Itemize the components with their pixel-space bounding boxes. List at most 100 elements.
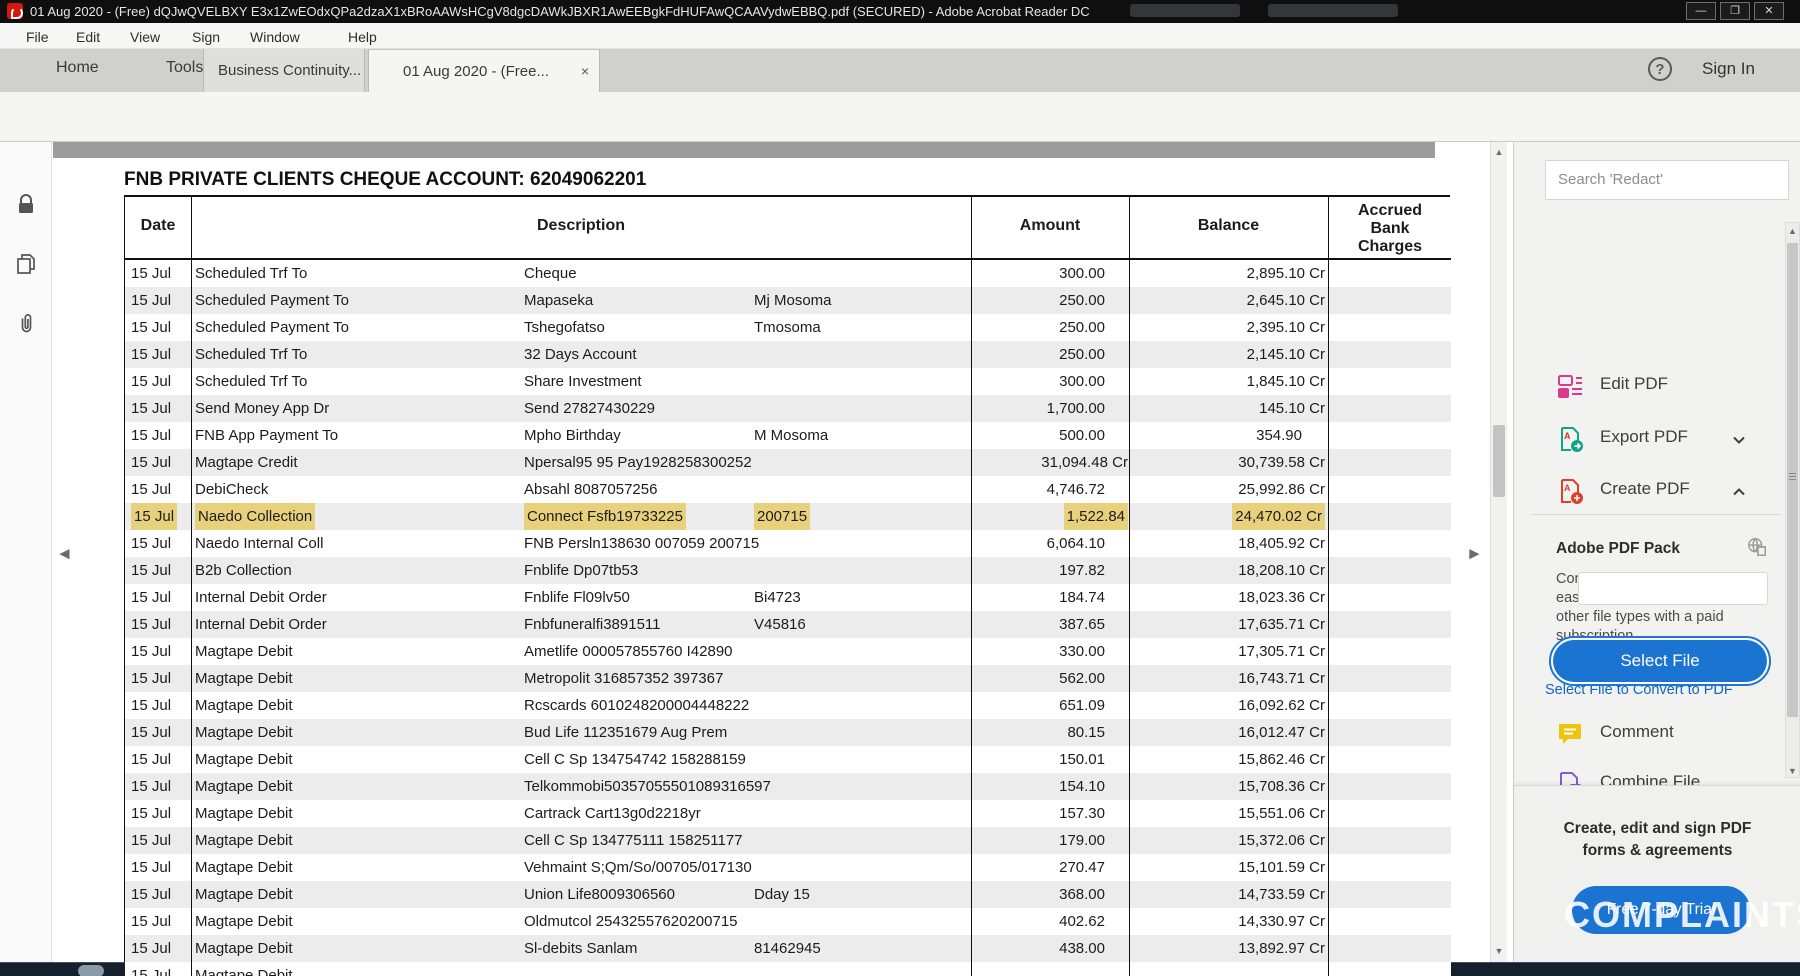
document-scrollbar[interactable]: ▲ ▼ <box>1490 142 1507 962</box>
cell-description-reference: 200715 <box>754 503 810 530</box>
cell-date: 15 Jul <box>131 368 171 395</box>
complaints-watermark: COMPLAINTS <box>1564 894 1800 936</box>
menu-window[interactable]: Window <box>244 27 306 47</box>
maximize-button[interactable]: ❐ <box>1720 2 1750 20</box>
sign-in-button[interactable]: Sign In <box>1702 59 1755 79</box>
taskbar-start-icon[interactable] <box>78 965 104 976</box>
menu-file[interactable]: File <box>20 27 55 47</box>
tool-label: Create PDF <box>1600 479 1690 499</box>
window-title: 01 Aug 2020 - (Free) dQJwQVELBXY E3x1ZwE… <box>30 4 1090 19</box>
cell-amount: 1,522.84 <box>1064 503 1128 530</box>
edit-pdf-icon <box>1556 372 1584 400</box>
tool-edit-pdf[interactable]: Edit PDF <box>1514 366 1800 406</box>
column-divider <box>1328 197 1329 976</box>
tool-label: Comment <box>1600 722 1674 742</box>
minimize-button[interactable]: — <box>1686 2 1716 20</box>
table-row: 15 JulMagtape DebitOldmutcol 25432557620… <box>125 908 1451 935</box>
cell-description: Magtape Debit <box>195 935 293 962</box>
cell-amount: 1,700.00 <box>1047 395 1128 422</box>
table-row: 15 JulScheduled Trf ToCheque300.002,895.… <box>125 260 1451 287</box>
tab-home[interactable]: Home <box>56 59 99 77</box>
table-row: 15 JulMagtape DebitCartrack Cart13g0d221… <box>125 800 1451 827</box>
cell-description: Magtape Debit <box>195 908 293 935</box>
cell-description-detail: Sl-debits Sanlam <box>524 935 637 962</box>
scrollbar-thumb[interactable] <box>1493 425 1505 497</box>
search-input[interactable]: Search 'Redact' <box>1545 160 1789 200</box>
tab-business-continuity[interactable]: Business Continuity... <box>203 49 365 92</box>
convert-file-input[interactable] <box>1578 572 1768 605</box>
menu-view[interactable]: View <box>124 27 166 47</box>
scroll-down-icon[interactable]: ▼ <box>1493 946 1505 956</box>
table-row: 15 JulScheduled Trf ToShare Investment30… <box>125 368 1451 395</box>
cell-description-detail: Send 27827430229 <box>524 395 655 422</box>
panel-scrollbar-thumb[interactable] <box>1787 243 1798 717</box>
cell-date: 15 Jul <box>131 962 171 976</box>
cell-description: Scheduled Trf To <box>195 260 307 287</box>
tab-tools[interactable]: Tools <box>166 59 203 77</box>
lock-icon[interactable] <box>14 192 38 216</box>
left-sidebar <box>0 142 52 962</box>
previous-page-arrow[interactable]: ◄ <box>56 544 73 564</box>
scroll-up-icon[interactable]: ▲ <box>1493 147 1505 157</box>
svg-text:A: A <box>1564 483 1571 493</box>
tool-comment[interactable]: Comment <box>1514 714 1800 754</box>
cell-description: Magtape Debit <box>195 881 293 908</box>
panel-scroll-up-icon[interactable]: ▲ <box>1786 226 1799 236</box>
menu-help[interactable]: Help <box>342 27 383 47</box>
table-row: 15 JulMagtape DebitTelkommobi50357055501… <box>125 773 1451 800</box>
cell-description-reference: Tmosoma <box>754 314 821 341</box>
cell-amount: 157.30 <box>1059 800 1128 827</box>
column-divider <box>1129 197 1130 976</box>
close-button[interactable]: ✕ <box>1754 2 1784 20</box>
cell-amount: 154.10 <box>1059 773 1128 800</box>
cell-description-detail: Union Life8009306560 <box>524 881 675 908</box>
cell-amount: 184.74 <box>1059 584 1128 611</box>
menu-sign[interactable]: Sign <box>186 27 226 47</box>
redaction-smudge <box>1268 4 1398 17</box>
help-icon[interactable]: ? <box>1648 57 1672 81</box>
cell-balance: 15,551.06 Cr <box>1238 800 1325 827</box>
cell-description-detail: Absahl 8087057256 <box>524 476 657 503</box>
menu-edit[interactable]: Edit <box>70 27 106 47</box>
chevron-down-icon[interactable] <box>1732 433 1746 447</box>
cell-description: Internal Debit Order <box>195 611 327 638</box>
header-accrued-bank-charges: Accrued Bank Charges <box>1340 202 1440 256</box>
panel-scroll-down-icon[interactable]: ▼ <box>1786 766 1799 776</box>
cell-description: Magtape Debit <box>195 692 293 719</box>
tool-export-pdf[interactable]: A Export PDF <box>1514 419 1800 459</box>
promo-text-line2: forms & agreements <box>1514 842 1800 860</box>
cell-description-detail: FNB Persln138630 007059 200715 <box>524 530 759 557</box>
panel-scrollbar[interactable]: ▲ ▼ <box>1785 222 1800 778</box>
chevron-up-icon[interactable] <box>1732 485 1746 499</box>
cell-date: 15 Jul <box>131 827 171 854</box>
cell-description-detail: Bud Life 112351679 Aug Prem <box>524 719 727 746</box>
export-pdf-icon: A <box>1556 425 1584 453</box>
cell-description-detail: Ametlife 000057855760 I42890 <box>524 638 733 665</box>
cell-date: 15 Jul <box>131 611 171 638</box>
cell-date: 15 Jul <box>131 746 171 773</box>
table-row: 15 JulMagtape CreditNpersal95 95 Pay1928… <box>125 449 1451 476</box>
cell-balance: 25,992.86 Cr <box>1238 476 1325 503</box>
tab-close-icon[interactable]: × <box>581 50 589 92</box>
cell-date: 15 Jul <box>131 854 171 881</box>
cell-amount: 402.62 <box>1059 908 1128 935</box>
cell-amount: 80.15 <box>1067 719 1128 746</box>
cell-description-detail: Cheque <box>524 260 577 287</box>
cell-balance: 16,092.62 Cr <box>1238 692 1325 719</box>
cell-balance: 16,012.47 Cr <box>1238 719 1325 746</box>
pages-icon[interactable] <box>14 252 38 276</box>
select-file-button[interactable]: Select File <box>1553 640 1767 682</box>
cell-amount: 387.65 <box>1059 611 1128 638</box>
table-row: 15 JulInternal Debit OrderFnbfuneralfi38… <box>125 611 1451 638</box>
pdf-pack-icon <box>1746 536 1768 558</box>
panel-divider <box>1530 514 1782 515</box>
tab-current-document[interactable]: 01 Aug 2020 - (Free... × <box>368 49 600 92</box>
tool-create-pdf[interactable]: A Create PDF <box>1514 471 1800 511</box>
paperclip-icon[interactable] <box>14 312 38 336</box>
cell-description-detail: Vehmaint S;Qm/So/00705/017130 <box>524 854 752 881</box>
cell-description: Magtape Debit <box>195 746 293 773</box>
cell-date: 15 Jul <box>131 476 171 503</box>
next-page-arrow[interactable]: ► <box>1466 544 1483 564</box>
cell-description-detail: Share Investment <box>524 368 642 395</box>
cell-description: Magtape Debit <box>195 638 293 665</box>
